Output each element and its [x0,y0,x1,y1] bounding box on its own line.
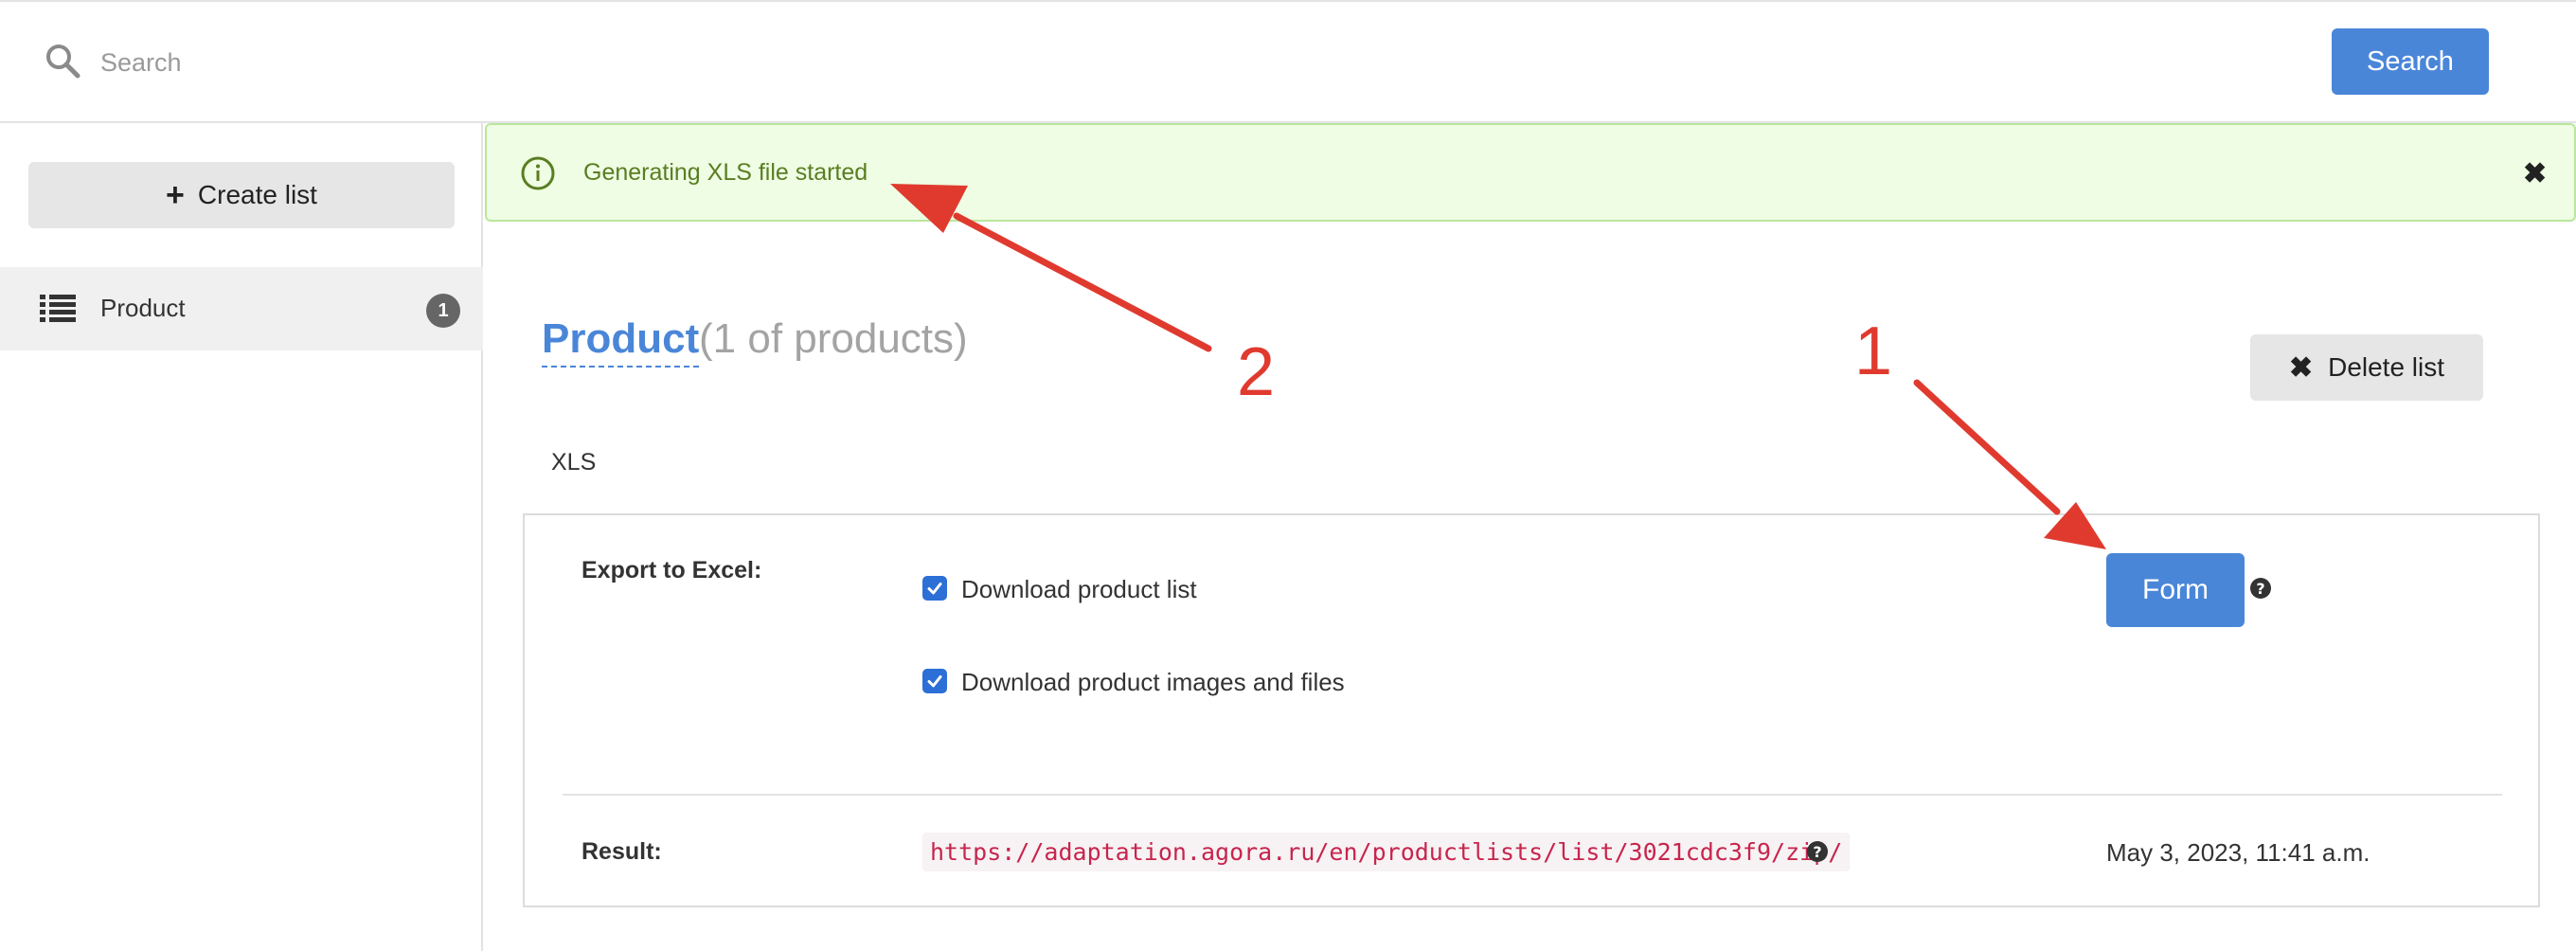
download-images-checkbox[interactable] [922,669,947,693]
create-list-label: Create list [197,180,317,209]
create-list-button[interactable]: + Create list [28,162,455,228]
list-icon [40,295,76,322]
result-label: Result: [581,838,662,865]
help-icon[interactable]: ? [1807,841,1828,862]
search-button[interactable]: Search [2332,28,2489,95]
result-url[interactable]: https://adaptation.agora.ru/en/productli… [922,833,1851,871]
sidebar-item-label: Product [100,294,186,322]
close-icon[interactable]: ✖ [2523,157,2547,190]
help-icon[interactable]: ? [2250,578,2271,599]
delete-list-label: Delete list [2328,352,2445,382]
download-list-checkbox[interactable] [922,576,947,601]
export-label: Export to Excel: [581,557,762,583]
plus-icon: + [166,177,185,213]
check-icon [927,675,942,688]
alert-message: Generating XLS file started [583,159,868,186]
delete-list-button[interactable]: ✖ Delete list [2250,334,2483,401]
divider [563,794,2502,796]
sidebar [0,123,483,951]
download-list-label[interactable]: Download product list [961,575,1197,604]
count-badge: 1 [426,294,460,328]
tab-xls[interactable]: XLS [551,449,596,476]
page-subtitle: (1 of products) [699,315,968,362]
download-images-label[interactable]: Download product images and files [961,668,1345,697]
info-icon [521,156,555,190]
times-icon: ✖ [2288,351,2314,384]
form-button[interactable]: Form [2106,553,2245,627]
result-date: May 3, 2023, 11:41 a.m. [2106,838,2370,867]
search-icon [46,45,80,79]
page-title[interactable]: Product [542,313,700,368]
annotation-label-2: 2 [1237,334,1276,410]
check-icon [927,583,942,595]
search-input[interactable] [98,38,2281,87]
annotation-label-1: 1 [1854,314,1893,389]
